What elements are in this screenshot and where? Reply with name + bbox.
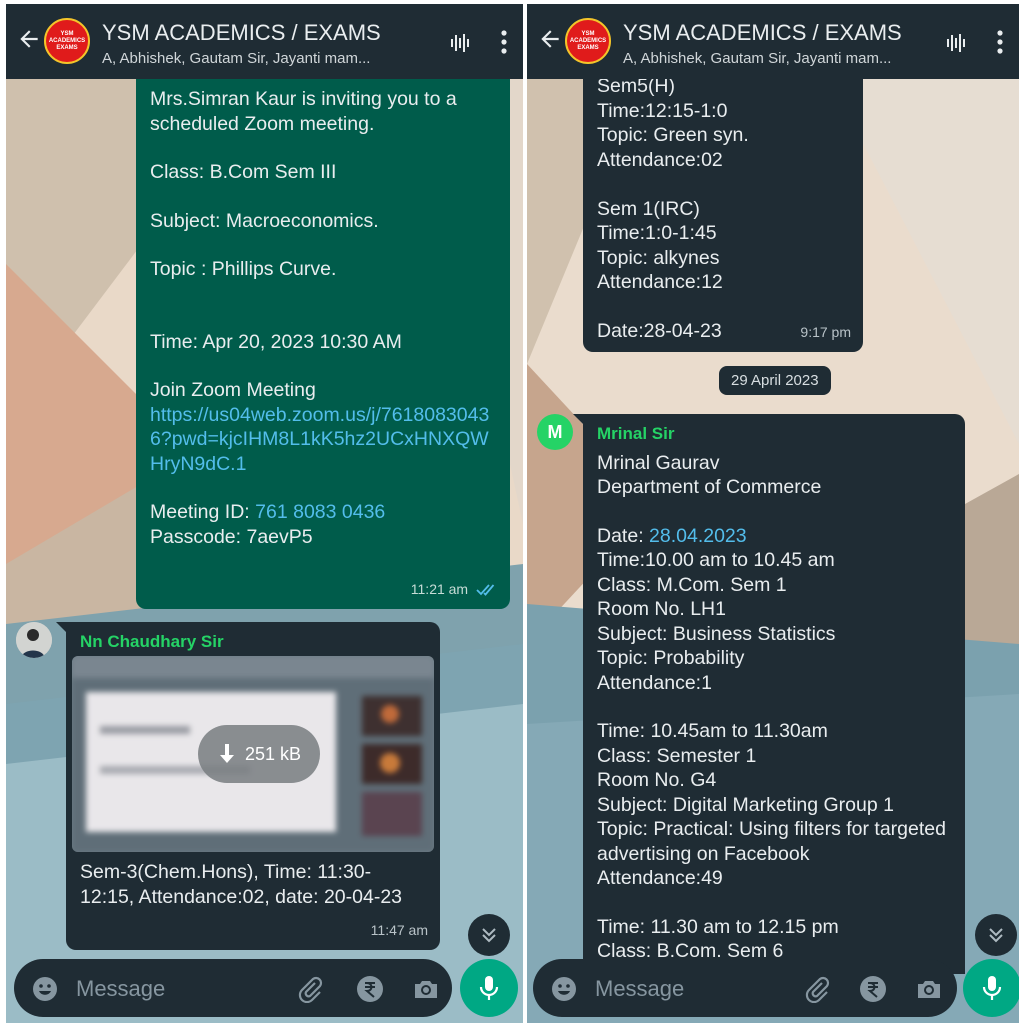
message-topic: Topic : Phillips Curve. xyxy=(150,258,337,280)
zoom-link[interactable]: https://us04web.zoom.us/j/76180830436?pw… xyxy=(150,403,498,477)
sender-name[interactable]: Mrinal Sir xyxy=(597,422,955,447)
message-intro: Mrs.Simran Kaur is inviting you to a sch… xyxy=(150,88,457,135)
group-title[interactable]: YSM ACADEMICS / EXAMS xyxy=(102,20,381,46)
join-label: Join Zoom Meeting xyxy=(150,379,316,401)
timestamp-text: 11:21 am xyxy=(410,580,469,597)
group-title[interactable]: YSM ACADEMICS / EXAMS xyxy=(623,20,902,46)
camera-icon[interactable] xyxy=(412,975,440,1003)
scroll-down-icon xyxy=(482,928,496,943)
incoming-image-message[interactable]: Nn Chaudhary Sir 251 kB Sem-3(Chem.Hons)… xyxy=(66,622,440,950)
chat-header: YSM ACADEMICS EXAMS YSM ACADEMICS / EXAM… xyxy=(527,4,1019,79)
voice-call-icon[interactable] xyxy=(945,32,967,54)
camera-icon[interactable] xyxy=(915,975,943,1003)
image-caption: Sem-3(Chem.Hons), Time: 11:30-12:15, Att… xyxy=(80,861,403,908)
scroll-down-icon xyxy=(989,928,1003,943)
lecture-block-2: Time: 10.45am to 11.30am Class: Semester… xyxy=(597,720,946,889)
incoming-message[interactable]: Mrinal Sir Mrinal Gaurav Department of C… xyxy=(583,414,965,974)
group-avatar-text: YSM ACADEMICS EXAMS xyxy=(569,30,607,51)
scroll-down-button[interactable] xyxy=(468,914,510,956)
group-avatar[interactable]: YSM ACADEMICS EXAMS xyxy=(44,18,90,64)
sender-avatar[interactable]: M xyxy=(537,414,573,450)
person-photo-icon xyxy=(16,622,52,658)
mic-icon xyxy=(479,976,499,1000)
back-arrow-icon[interactable] xyxy=(16,26,42,52)
message-timestamp: 11:47 am xyxy=(370,921,428,938)
chat-screen-right: YSM ACADEMICS EXAMS YSM ACADEMICS / EXAM… xyxy=(527,4,1019,1023)
meeting-id-link[interactable]: 761 8083 0436 xyxy=(255,501,385,523)
attach-icon[interactable] xyxy=(803,975,831,1003)
message-input[interactable]: Message xyxy=(595,976,684,1002)
image-thumbnail[interactable]: 251 kB xyxy=(72,656,434,852)
mic-button[interactable] xyxy=(460,959,518,1017)
meeting-id-row: Meeting ID: 761 8083 0436 xyxy=(150,500,498,525)
message-date-label: Date: xyxy=(597,524,650,547)
message-input-bar[interactable]: Message xyxy=(533,959,957,1017)
sender-name[interactable]: Nn Chaudhary Sir xyxy=(80,630,430,655)
download-button[interactable]: 251 kB xyxy=(198,725,320,783)
more-options-icon[interactable] xyxy=(499,28,509,56)
download-size: 251 kB xyxy=(244,743,302,764)
group-members[interactable]: A, Abhishek, Gautam Sir, Jayanti mam... xyxy=(623,50,891,67)
message-timestamp: 9:17 pm xyxy=(800,323,851,340)
mic-icon xyxy=(982,976,1002,1000)
mic-button[interactable] xyxy=(963,959,1019,1017)
message-input[interactable]: Message xyxy=(76,976,165,1002)
attach-icon[interactable] xyxy=(296,975,324,1003)
meeting-id-label: Meeting ID: xyxy=(150,501,256,523)
lecture-block-1: Time:10.00 am to 10.45 am Class: M.Com. … xyxy=(597,549,836,694)
more-options-icon[interactable] xyxy=(995,28,1005,56)
back-arrow-icon[interactable] xyxy=(537,26,563,52)
chat-header: YSM ACADEMICS EXAMS YSM ACADEMICS / EXAM… xyxy=(6,4,523,79)
message-time: Time: Apr 20, 2023 10:30 AM xyxy=(150,330,402,353)
scroll-down-button[interactable] xyxy=(975,914,1017,956)
date-separator: 29 April 2023 xyxy=(719,366,831,395)
rupee-icon[interactable] xyxy=(356,975,384,1003)
lecture-block-3: Time: 11.30 am to 12.15 pm Class: B.Com.… xyxy=(597,915,839,963)
avatar-letter: M xyxy=(547,421,563,442)
message-timestamp: 11:21 am xyxy=(411,577,498,602)
previous-message[interactable]: Sem5(H) Time:12:15-1:0 Topic: Green syn.… xyxy=(583,70,863,352)
message-input-bar[interactable]: Message xyxy=(14,959,452,1017)
message-class: Class: B.Com Sem III xyxy=(150,161,337,183)
chat-screen-left: YSM ACADEMICS EXAMS YSM ACADEMICS / EXAM… xyxy=(6,4,523,1023)
meeting-passcode: Passcode: 7aevP5 xyxy=(150,525,313,548)
emoji-icon[interactable] xyxy=(32,976,58,1002)
group-avatar[interactable]: YSM ACADEMICS EXAMS xyxy=(565,18,611,64)
outgoing-message[interactable]: Mrs.Simran Kaur is inviting you to a sch… xyxy=(136,79,510,609)
read-ticks-icon xyxy=(476,584,495,596)
voice-call-icon[interactable] xyxy=(449,32,471,54)
previous-message-text: Sem5(H) Time:12:15-1:0 Topic: Green syn.… xyxy=(597,75,749,342)
sender-avatar[interactable] xyxy=(16,622,52,658)
message-intro: Mrinal Gaurav Department of Commerce xyxy=(597,451,822,499)
message-date-link[interactable]: 28.04.2023 xyxy=(649,525,747,547)
group-members[interactable]: A, Abhishek, Gautam Sir, Jayanti mam... xyxy=(102,50,370,67)
message-date-row: Date: 28.04.2023 xyxy=(597,524,955,549)
download-icon xyxy=(219,744,234,763)
message-subject: Subject: Macroeconomics. xyxy=(150,209,379,232)
rupee-icon[interactable] xyxy=(859,975,887,1003)
group-avatar-text: YSM ACADEMICS EXAMS xyxy=(48,30,86,51)
emoji-icon[interactable] xyxy=(551,976,577,1002)
